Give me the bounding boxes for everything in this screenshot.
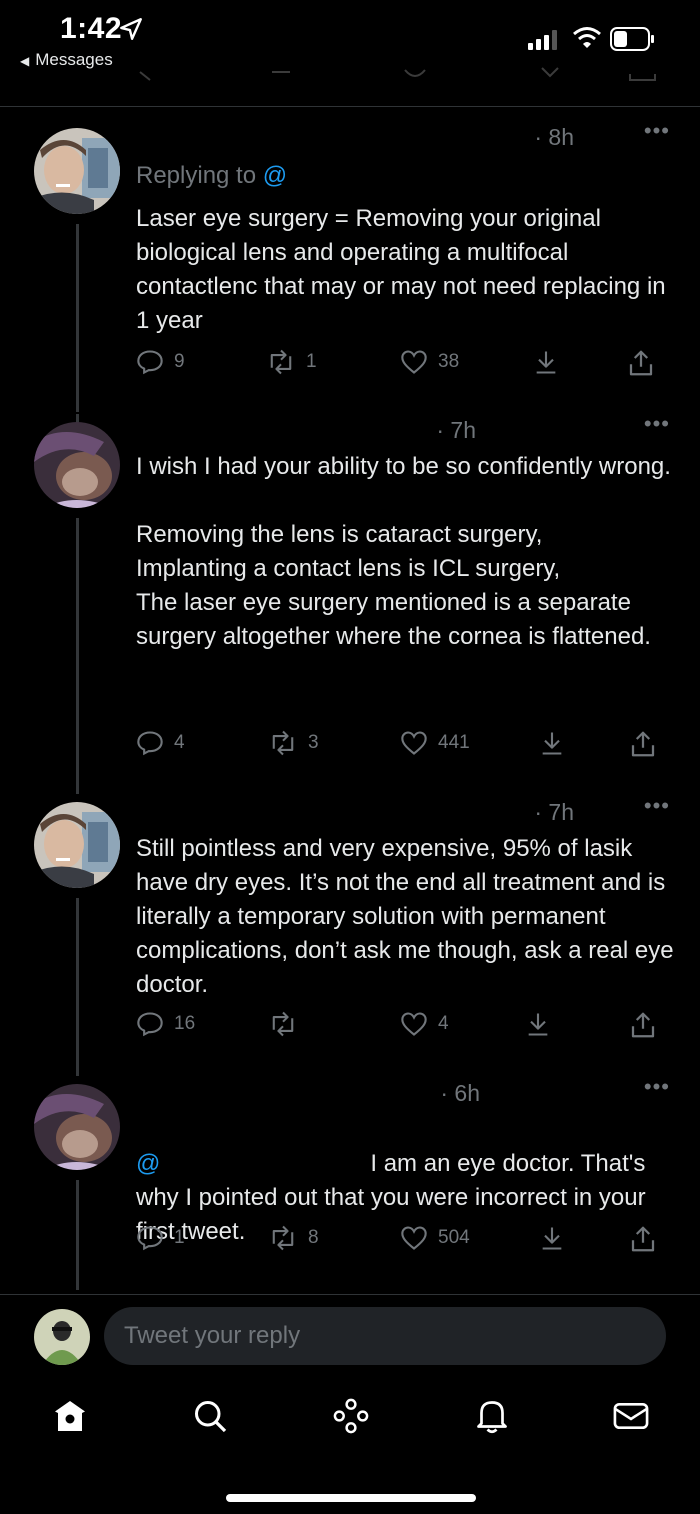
reply-compose-bar: Tweet your reply (0, 1294, 700, 1381)
share-button[interactable] (626, 348, 656, 378)
tweet-actions: 16 4 (136, 1010, 666, 1042)
avatar[interactable] (34, 128, 120, 214)
tweet-header: · 7h ••• (136, 793, 670, 829)
tweet-header: · 7h ••• (136, 411, 670, 447)
home-icon[interactable] (52, 1398, 88, 1434)
share-button[interactable] (628, 1224, 658, 1254)
thread-line (76, 224, 79, 412)
thread-line (76, 898, 79, 1076)
retweet-button[interactable] (268, 1010, 308, 1038)
retweet-button[interactable]: 1 (266, 348, 317, 376)
retweet-icon (270, 349, 292, 375)
download-icon (542, 732, 562, 755)
share-icon (631, 1226, 655, 1252)
like-count: 4 (438, 1013, 449, 1034)
avatar[interactable] (34, 802, 120, 888)
replying-to: Replying to @ (136, 162, 287, 190)
more-options-icon[interactable]: ••• (644, 1074, 670, 1100)
heart-icon (401, 1012, 427, 1036)
tweet-timestamp: · 7h (534, 799, 574, 825)
tweet-text: Still pointless and very expensive, 95% … (136, 835, 674, 998)
download-icon (528, 1013, 548, 1036)
share-button[interactable] (628, 1010, 658, 1040)
share-icon (631, 1012, 655, 1038)
heart-icon (401, 731, 427, 755)
retweet-count: 1 (306, 351, 317, 372)
download-icon (542, 1227, 562, 1250)
like-button[interactable]: 38 (400, 348, 459, 376)
download-button[interactable] (538, 1224, 566, 1252)
reply-button[interactable]: 16 (136, 1010, 195, 1038)
messages-icon[interactable] (612, 1398, 650, 1434)
heart-icon (401, 1226, 427, 1250)
reply-icon (137, 350, 163, 375)
retweet-count: 3 (308, 732, 319, 753)
tweet-timestamp: · 6h (440, 1080, 480, 1106)
reply-button[interactable]: 1 (136, 1224, 185, 1252)
bottom-tab-bar (0, 1390, 700, 1450)
avatar[interactable] (34, 1084, 120, 1170)
avatar[interactable] (34, 422, 120, 508)
reply-input[interactable]: Tweet your reply (104, 1307, 666, 1365)
replying-to-label: Replying to (136, 162, 257, 189)
spaces-icon[interactable] (332, 1398, 370, 1434)
retweet-button[interactable]: 3 (268, 729, 319, 757)
like-button[interactable]: 4 (400, 1010, 449, 1038)
reply-mention[interactable]: @ (136, 1150, 160, 1177)
location-arrow-icon (120, 18, 142, 40)
signal-icon (528, 30, 557, 50)
reply-icon (137, 731, 163, 756)
retweet-icon (272, 730, 294, 756)
notifications-icon[interactable] (474, 1398, 510, 1434)
home-indicator (226, 1494, 476, 1502)
reply-button[interactable]: 9 (136, 348, 185, 376)
share-icon (631, 731, 655, 757)
like-count: 504 (438, 1227, 470, 1248)
more-options-icon[interactable]: ••• (644, 411, 670, 437)
wifi-icon (573, 27, 601, 48)
like-count: 441 (438, 732, 470, 753)
more-options-icon[interactable]: ••• (644, 118, 670, 144)
search-icon[interactable] (192, 1398, 228, 1434)
retweet-button[interactable]: 8 (268, 1224, 319, 1252)
reply-count: 1 (174, 1227, 185, 1248)
tweet-text: I wish I had your ability to be so confi… (136, 453, 671, 650)
tweet-text: Laser eye surgery = Removing your origin… (136, 205, 666, 334)
thread-line (76, 1180, 79, 1290)
status-bar: 1:42 ◀ Messages (0, 0, 700, 107)
tweet-actions: 4 3 441 (136, 729, 666, 761)
battery-icon (610, 27, 654, 51)
previous-tweet-actions-ghost (139, 67, 656, 81)
download-button[interactable] (538, 729, 566, 757)
download-button[interactable] (524, 1010, 552, 1038)
share-button[interactable] (628, 729, 658, 759)
reply-count: 9 (174, 351, 185, 372)
more-options-icon[interactable]: ••• (644, 793, 670, 819)
status-time: 1:42 (60, 12, 123, 45)
tweet-header: · 6h ••• (136, 1074, 670, 1110)
tweet-timestamp: · 7h (436, 417, 476, 443)
tweet-actions: 9 1 38 (136, 348, 666, 380)
like-button[interactable]: 504 (400, 1224, 470, 1252)
reply-icon (137, 1012, 163, 1037)
reply-count: 16 (174, 1013, 196, 1034)
reply-button[interactable]: 4 (136, 729, 185, 757)
tweet-actions: 1 8 504 (136, 1224, 666, 1256)
retweet-count: 8 (308, 1227, 319, 1248)
tweet-timestamp: · 8h (534, 124, 574, 150)
reply-icon (137, 1226, 163, 1251)
download-button[interactable] (532, 348, 560, 376)
retweet-icon (272, 1011, 294, 1037)
heart-icon (401, 350, 427, 374)
thread-line (76, 518, 79, 794)
share-icon (629, 350, 653, 376)
reply-count: 4 (174, 732, 185, 753)
like-count: 38 (438, 351, 460, 372)
replying-to-mention[interactable]: @ (263, 162, 287, 189)
retweet-icon (272, 1225, 294, 1251)
my-avatar[interactable] (34, 1309, 90, 1365)
tweet-header: · 8h ••• (136, 118, 670, 154)
download-icon (536, 351, 556, 374)
like-button[interactable]: 441 (400, 729, 470, 757)
